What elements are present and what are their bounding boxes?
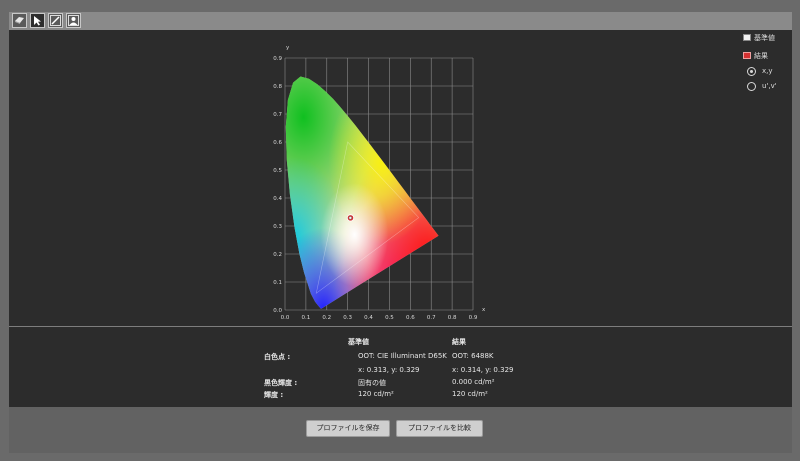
- luminance-result: 120 cd/m²: [452, 390, 488, 398]
- radio-xy-label: x,y: [762, 67, 773, 75]
- pointer-tool-button[interactable]: [30, 13, 45, 28]
- main-panel: 0.0 0.1 0.2 0.3 0.4 0.5 0.6 0.7 0.8 0.9 0.0 0.1 0.2 0…: [9, 30, 792, 407]
- y-tick-label: 0.3: [273, 224, 282, 230]
- y-tick-label: 0.7: [273, 112, 282, 118]
- x-axis-label: x: [482, 307, 486, 313]
- white-xy-result: x: 0.314, y: 0.329: [452, 366, 514, 374]
- black-luminance-standard: 固有の値: [358, 379, 386, 387]
- y-tick-label: 0.0: [273, 308, 282, 314]
- row-label-black-luminance: 黒色輝度 :: [264, 379, 298, 387]
- row-label-white-point: 白色点 :: [264, 353, 291, 361]
- x-tick-label: 0.7: [427, 315, 436, 321]
- compare-profile-button[interactable]: プロファイルを比較: [396, 420, 483, 437]
- toolbar: [9, 12, 792, 30]
- legend-result-swatch: [743, 52, 751, 59]
- divider: [9, 326, 792, 327]
- y-tick-label: 0.9: [273, 56, 282, 62]
- y-tick-label: 0.6: [273, 140, 282, 146]
- x-tick-label: 0.0: [281, 315, 290, 321]
- y-tick-label: 0.1: [273, 280, 282, 286]
- y-tick-label: 0.4: [273, 196, 282, 202]
- luminance-standard: 120 cd/m²: [358, 390, 394, 398]
- chromaticity-chart: 0.0 0.1 0.2 0.3 0.4 0.5 0.6 0.7 0.8 0.9 0.0 0.1 0.2 0…: [273, 45, 486, 321]
- y-tick-label: 0.8: [273, 84, 282, 90]
- x-tick-label: 0.6: [406, 315, 415, 321]
- x-tick-label: 0.5: [385, 315, 394, 321]
- radio-uv-label: u',v': [762, 82, 777, 90]
- legend-standard-label: 基準値: [754, 34, 775, 42]
- white-point-standard-marker: [348, 216, 352, 220]
- display-tool-button[interactable]: [12, 13, 27, 28]
- save-profile-button[interactable]: プロファイルを保存: [306, 420, 390, 437]
- y-tick-label: 0.2: [273, 252, 282, 258]
- white-xy-standard: x: 0.313, y: 0.329: [358, 366, 420, 374]
- x-tick-label: 0.9: [469, 315, 478, 321]
- legend-standard-swatch: [743, 34, 751, 41]
- row-label-luminance: 輝度 :: [264, 391, 284, 399]
- x-tick-label: 0.4: [364, 315, 373, 321]
- y-tick-label: 0.5: [273, 168, 282, 174]
- legend-result-label: 結果: [754, 52, 768, 60]
- column-header-standard: 基準値: [348, 338, 369, 346]
- edit-tool-button[interactable]: [48, 13, 63, 28]
- x-tick-label: 0.8: [448, 315, 457, 321]
- column-header-result: 結果: [452, 338, 466, 346]
- footer-bar: プロファイルを保存 プロファイルを比較: [9, 407, 792, 453]
- x-tick-label: 0.2: [322, 315, 331, 321]
- x-tick-label: 0.3: [343, 315, 352, 321]
- y-axis-label: y: [286, 45, 290, 51]
- white-point-result: OOT: 6488K: [452, 352, 494, 360]
- profile-tool-button[interactable]: [66, 13, 81, 28]
- black-luminance-result: 0.000 cd/m²: [452, 378, 495, 386]
- radio-uv-circle[interactable]: [747, 82, 756, 91]
- white-point-standard: OOT: CIE Illuminant D65K: [358, 352, 447, 360]
- x-tick-label: 0.1: [302, 315, 311, 321]
- radio-xy-circle[interactable]: [747, 67, 756, 76]
